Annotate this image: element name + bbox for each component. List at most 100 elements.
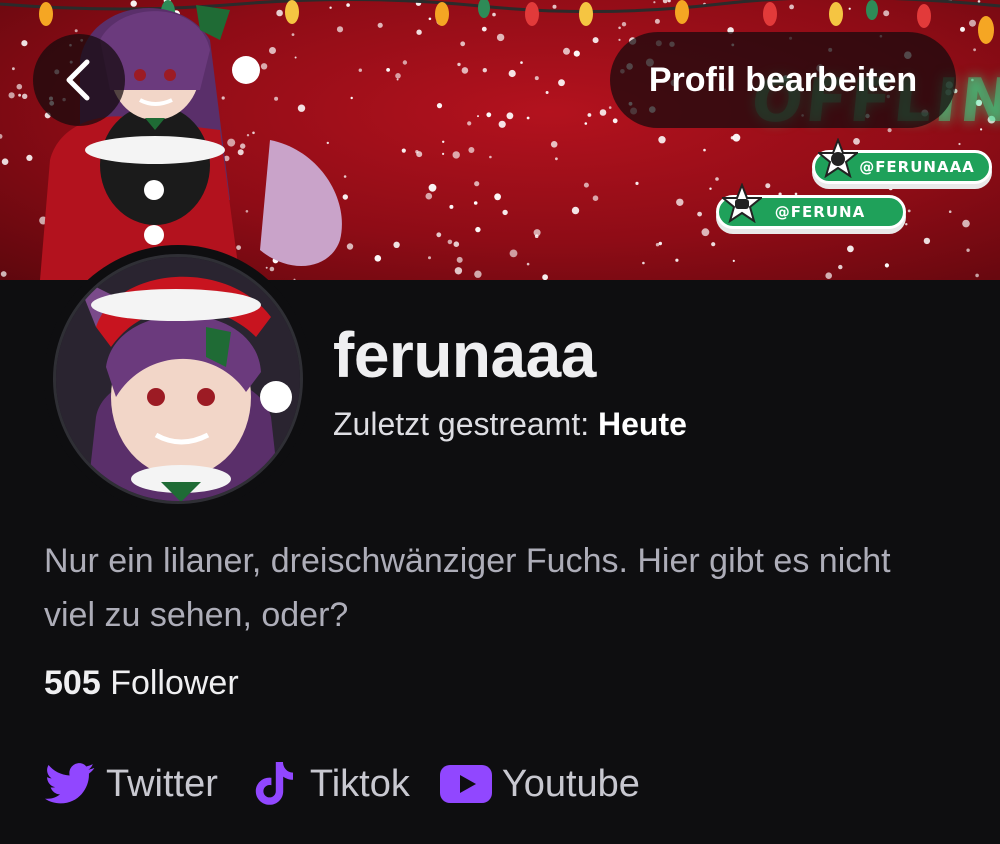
snowflake [494, 193, 501, 201]
snowflake [658, 136, 666, 144]
snowflake [599, 109, 607, 116]
snowflake [442, 140, 445, 143]
youtube-link-label: Youtube [501, 762, 640, 805]
snowflake [386, 68, 390, 72]
snowflake [555, 157, 558, 161]
snowflake [526, 262, 530, 266]
snowflake [592, 195, 599, 201]
snowflake [542, 274, 548, 280]
snowflake [534, 76, 539, 81]
snowflake [907, 209, 911, 213]
snowflake [838, 264, 843, 270]
snowflake [612, 118, 618, 124]
tiktok-link-label: Tiktok [309, 762, 410, 805]
snowflake [584, 122, 588, 125]
snowflake [948, 210, 952, 213]
snowflake [975, 273, 979, 278]
twitter-star-icon [818, 138, 858, 178]
profile-banner: OFFLINE @FERUNAAA @FERUNA Profil bearbei… [0, 0, 1000, 280]
snowflake [396, 78, 399, 81]
follower-count-number: 505 [44, 664, 101, 702]
youtube-icon [439, 758, 492, 810]
snowflake [489, 155, 492, 159]
snowflake [905, 223, 908, 226]
snowflake [436, 103, 443, 109]
snowflake [923, 237, 931, 245]
snowflake [428, 183, 437, 192]
snowflake [701, 228, 710, 237]
snowflake [697, 211, 702, 217]
snowflake [442, 152, 445, 155]
snowflake [508, 69, 516, 78]
snowflake [453, 241, 460, 247]
snowflake [449, 204, 454, 209]
snowflake [583, 182, 589, 188]
snowflake [425, 192, 433, 200]
snowflake [475, 226, 481, 233]
snowflake [436, 232, 442, 238]
snowflake [0, 271, 7, 277]
snowflake [703, 148, 706, 152]
snowflake [402, 60, 408, 65]
snowflake [526, 116, 530, 120]
snowflake [550, 141, 558, 148]
snowflake [847, 245, 854, 253]
snowflake [456, 256, 463, 263]
follower-count[interactable]: 505 Follower [44, 664, 239, 703]
youtube-star-icon [722, 183, 762, 223]
snowflake [457, 62, 461, 67]
snowflake [825, 272, 832, 280]
snowflake [401, 148, 406, 153]
snowflake [709, 187, 712, 190]
snowflake [461, 67, 469, 74]
twitter-link[interactable]: Twitter [44, 758, 218, 810]
snowflake [415, 150, 419, 154]
snowflake [468, 147, 475, 153]
youtube-link[interactable]: Youtube [439, 758, 640, 810]
snowflake [655, 243, 660, 247]
snowflake [571, 206, 580, 215]
snowflake [395, 73, 401, 79]
snowflake [498, 120, 506, 128]
snowflake [482, 68, 487, 73]
twitter-icon [44, 758, 96, 810]
last-streamed-label: Zuletzt gestreamt: [333, 406, 590, 442]
snowflake [447, 239, 453, 245]
channel-bio: Nur ein lilaner, dreischwänziger Fuchs. … [44, 542, 891, 634]
snowflake [467, 121, 472, 126]
snowflake [1, 158, 9, 165]
snowflake [676, 198, 684, 206]
snowflake [474, 270, 482, 278]
snowflake [486, 112, 492, 118]
social-links: Twitter Tiktok Youtube [44, 756, 670, 812]
snowflake [393, 241, 400, 248]
snowflake [12, 67, 15, 71]
snowflake [509, 249, 518, 258]
snowflake [870, 228, 875, 233]
last-streamed: Zuletzt gestreamt: Heute [333, 406, 687, 443]
snowflake [888, 186, 893, 191]
snowflake [715, 177, 719, 181]
last-streamed-value: Heute [597, 406, 687, 442]
avatar-container [44, 245, 312, 513]
snowflake [428, 256, 431, 260]
snowflake [711, 242, 716, 247]
tiktok-link[interactable]: Tiktok [248, 758, 410, 810]
snowflake [884, 263, 890, 268]
tag-handle-twitter: @FERUNAAA [859, 158, 975, 176]
snowflake [675, 258, 679, 262]
avatar[interactable] [53, 254, 303, 504]
snowflake [558, 79, 565, 87]
snowflake [573, 50, 580, 57]
snowflake [642, 261, 645, 265]
back-button[interactable] [33, 34, 125, 126]
snowflake [477, 115, 479, 118]
avatar-image [56, 257, 300, 501]
snowflake [608, 106, 612, 109]
chevron-left-icon [66, 59, 90, 101]
snowflake [506, 112, 514, 120]
edit-profile-button[interactable]: Profil bearbeiten [610, 32, 956, 128]
snowflake [732, 259, 735, 262]
snowflake [452, 151, 460, 159]
snowflake [958, 142, 961, 146]
